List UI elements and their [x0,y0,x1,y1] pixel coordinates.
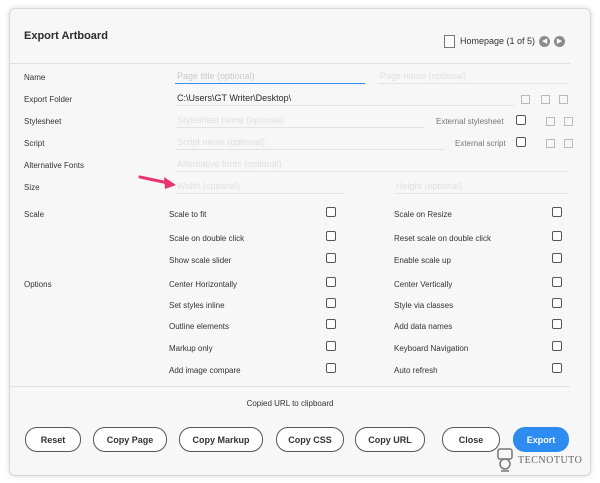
scale-option-label: Scale on double click [169,234,245,243]
scale-label: Scale [24,210,45,219]
size-label: Size [24,183,40,192]
watermark-text: TECNOTUTO [518,454,583,466]
status-message: Copied URL to clipboard [246,399,334,408]
option-label: Set styles inline [169,301,225,310]
trash-icon[interactable] [541,95,550,104]
auto-refresh-checkbox[interactable] [552,363,562,373]
open-icon[interactable] [564,139,573,148]
option-label: Outline elements [169,322,230,331]
add-data-names-checkbox[interactable] [552,319,562,329]
folder-icon[interactable] [521,95,530,104]
center-vertically-checkbox[interactable] [552,277,562,287]
scale-on-double-click-checkbox[interactable] [326,231,336,241]
watermark-logo-icon [497,448,513,472]
page-nav-label: Homepage (1 of 5) [460,36,536,46]
reset-button[interactable]: Reset [25,427,81,452]
stylesheet-label: Stylesheet [24,117,62,126]
alt-fonts-input[interactable] [175,156,568,172]
center-horizontally-checkbox[interactable] [326,277,336,287]
scale-to-fit-checkbox[interactable] [326,207,336,217]
export-folder-input[interactable] [175,90,515,106]
stylesheet-input[interactable] [175,112,425,128]
alt-fonts-label: Alternative Fonts [24,161,85,170]
options-label: Options [24,280,52,289]
scale-option-label: Reset scale on double click [394,234,491,243]
page-title-input[interactable] [175,68,365,84]
scale-on-resize-checkbox[interactable] [552,207,562,217]
trash-icon[interactable] [546,139,555,148]
option-label: Center Vertically [394,280,453,289]
external-stylesheet-checkbox[interactable] [516,115,526,125]
open-icon[interactable] [564,117,573,126]
scale-option-label: Enable scale up [394,256,451,265]
option-label: Center Horizontally [169,280,238,289]
dialog-title: Export Artboard [24,30,108,42]
show-scale-slider-checkbox[interactable] [326,253,336,263]
chevron-left-icon[interactable]: ◀ [539,35,551,47]
chevron-right-icon[interactable]: ▶ [554,35,566,47]
external-script-label: External script [455,139,506,148]
option-label: Add data names [394,322,453,331]
page-name-input[interactable] [378,68,568,84]
page-icon [444,34,455,48]
add-image-compare-checkbox[interactable] [326,363,336,373]
external-script-checkbox[interactable] [516,137,526,147]
option-label: Add image compare [169,366,241,375]
scale-option-label: Show scale slider [169,256,232,265]
set-styles-inline-checkbox[interactable] [326,298,336,308]
copy-markup-button[interactable]: Copy Markup [179,427,263,452]
pointer-arrow-icon [138,175,176,189]
style-via-classes-checkbox[interactable] [552,298,562,308]
script-label: Script [24,139,45,148]
markup-only-checkbox[interactable] [326,341,336,351]
external-stylesheet-label: External stylesheet [436,117,504,126]
option-label: Style via classes [394,301,454,310]
enable-scale-up-checkbox[interactable] [552,253,562,263]
option-label: Auto refresh [394,366,438,375]
page-navigator: Homepage (1 of 5) ◀ ▶ [444,34,566,48]
open-icon[interactable] [559,95,568,104]
option-label: Keyboard Navigation [394,344,469,353]
trash-icon[interactable] [546,117,555,126]
close-button[interactable]: Close [442,427,500,452]
copy-url-button[interactable]: Copy URL [355,427,425,452]
scale-option-label: Scale to fit [169,210,207,219]
outline-elements-checkbox[interactable] [326,319,336,329]
export-folder-label: Export Folder [24,95,73,104]
watermark: TECNOTUTO [495,447,582,473]
script-input[interactable] [175,134,445,150]
reset-scale-checkbox[interactable] [552,231,562,241]
header-divider [10,63,570,64]
option-label: Markup only [169,344,213,353]
keyboard-navigation-checkbox[interactable] [552,341,562,351]
copy-css-button[interactable]: Copy CSS [276,427,344,452]
copy-page-button[interactable]: Copy Page [93,427,167,452]
name-label: Name [24,73,46,82]
options-divider [10,386,570,387]
width-input[interactable] [175,178,345,194]
height-input[interactable] [394,178,568,194]
scale-option-label: Scale on Resize [394,210,452,219]
